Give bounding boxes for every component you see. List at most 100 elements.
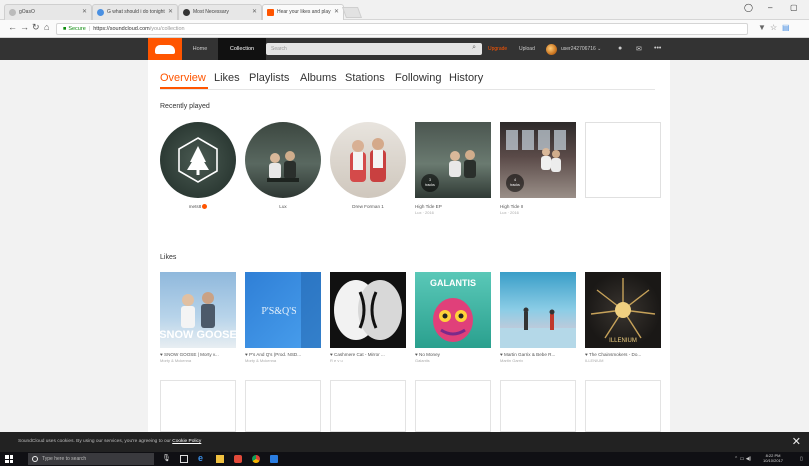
close-tab-icon[interactable]: ✕ — [252, 8, 257, 15]
album-art: P'S&Q'S — [261, 272, 321, 348]
close-tab-icon[interactable]: ✕ — [334, 8, 339, 15]
messages-icon[interactable]: ✉ — [636, 45, 642, 53]
system-tray-icons[interactable]: ⌃ ▭ ◀) — [734, 456, 751, 462]
file-explorer-icon[interactable] — [216, 455, 224, 463]
more-options-icon[interactable]: ••• — [654, 45, 661, 52]
notifications-bell-icon[interactable]: ● — [618, 45, 622, 52]
cookie-policy-link[interactable]: Cookie Policy — [172, 439, 201, 444]
divider — [160, 89, 655, 90]
tab-likes[interactable]: Likes — [214, 72, 240, 84]
account-icon[interactable]: ◯ — [744, 3, 753, 12]
page-icon — [9, 9, 16, 16]
liked-track-artist[interactable]: Morty & Mckenna — [245, 358, 321, 363]
windows-start-icon[interactable] — [5, 455, 13, 463]
recent-item-subtitle[interactable]: Lux · 2016 — [415, 210, 491, 215]
album-art: GALANTIS — [430, 278, 476, 342]
artwork[interactable]: SNOW GOOSE — [160, 272, 236, 348]
upload-link[interactable]: Upload — [519, 46, 535, 52]
recent-item-subtitle[interactable]: Lux · 2016 — [500, 210, 576, 215]
liked-track-title[interactable]: ♥ SNOW GOOSE | Morty v... — [160, 352, 236, 357]
avatar[interactable] — [546, 44, 557, 55]
new-tab-button[interactable] — [341, 7, 363, 18]
back-arrow-icon[interactable]: ← — [8, 22, 17, 32]
app-icon[interactable] — [270, 455, 278, 463]
edge-icon[interactable]: e — [198, 453, 206, 463]
lock-icon: ■ — [63, 26, 67, 32]
browser-tab-1[interactable]: gOasO ✕ — [4, 4, 92, 20]
artwork[interactable] — [330, 272, 406, 348]
loading-placeholder — [160, 380, 236, 432]
artwork[interactable] — [160, 122, 236, 198]
artwork[interactable]: 4 tracks — [500, 122, 576, 198]
tab-following[interactable]: Following — [395, 72, 441, 84]
extension-icon[interactable]: ▼ — [758, 23, 766, 32]
menu-icon[interactable]: ▤ — [782, 23, 790, 32]
browser-tab-3[interactable]: Most Necessary ✕ — [178, 4, 262, 20]
tab-albums[interactable]: Albums — [300, 72, 337, 84]
tab-history[interactable]: History — [449, 72, 483, 84]
tab-stations[interactable]: Stations — [345, 72, 385, 84]
browser-tab-2[interactable]: G what should i do tonight ✕ — [92, 4, 178, 20]
artwork[interactable] — [500, 272, 576, 348]
store-icon[interactable] — [234, 455, 242, 463]
nav-collection[interactable]: Collection — [218, 38, 266, 60]
recent-item-title[interactable]: Lux — [245, 204, 321, 209]
recent-item-title[interactable]: mets8 — [160, 204, 236, 210]
loading-placeholder — [500, 380, 576, 432]
soundcloud-icon — [267, 9, 274, 16]
search-input[interactable]: Search ⌕ — [266, 43, 482, 55]
task-view-icon[interactable] — [180, 455, 188, 463]
close-tab-icon[interactable]: ✕ — [82, 8, 87, 15]
close-tab-icon[interactable]: ✕ — [168, 8, 173, 15]
search-icon[interactable]: ⌕ — [472, 44, 476, 52]
liked-track-title[interactable]: ♥ P's And Q's (Prod. NSD... — [245, 352, 321, 357]
nav-home[interactable]: Home — [182, 38, 218, 60]
artwork[interactable]: ILLENIUM — [585, 272, 661, 348]
empty-artwork — [585, 122, 661, 198]
artwork[interactable]: GALANTIS — [415, 272, 491, 348]
bookmark-star-icon[interactable]: ☆ — [770, 23, 777, 32]
album-art — [334, 280, 402, 340]
minimize-icon[interactable]: – — [768, 3, 772, 12]
artwork[interactable] — [245, 122, 321, 198]
tab-playlists[interactable]: Playlists — [249, 72, 289, 84]
tab-overview[interactable]: Overview — [160, 72, 206, 84]
recent-item-title[interactable]: Drew Forman 1 — [330, 204, 406, 209]
tracks-badge: 4 tracks — [506, 174, 524, 192]
maximize-icon[interactable]: ▢ — [790, 3, 798, 12]
taskbar-search-input[interactable]: Type here to search — [28, 453, 154, 465]
liked-track-title[interactable]: ♥ No Money — [415, 352, 491, 357]
liked-track-artist[interactable]: ILLENIUM — [585, 358, 661, 363]
liked-track-artist[interactable]: R e v u — [330, 358, 406, 363]
chrome-icon[interactable] — [252, 455, 260, 463]
close-icon[interactable]: ✕ — [792, 435, 801, 448]
home-icon[interactable]: ⌂ — [44, 22, 49, 32]
liked-track-title[interactable]: ♥ Martin Garrix & Bebe R... — [500, 352, 576, 357]
loading-placeholder — [245, 380, 321, 432]
notifications-icon[interactable]: ▯ — [800, 456, 803, 462]
liked-track-artist[interactable]: Morty & Mckenna — [160, 358, 236, 363]
liked-track-title[interactable]: ♥ The Chainsmokers - Do... — [585, 352, 661, 357]
liked-track-title[interactable]: ♥ Cashmere Cat - Mirror ... — [330, 352, 406, 357]
liked-track-artist[interactable]: Martin Garrix — [500, 358, 576, 363]
forward-arrow-icon[interactable]: → — [20, 22, 29, 32]
recent-item-title[interactable]: High Tide II — [500, 204, 576, 209]
reload-icon[interactable]: ↻ — [32, 22, 40, 33]
likes-heading: Likes — [160, 254, 177, 261]
tab-label: Most Necessary — [193, 9, 229, 15]
microphone-icon[interactable]: 🎙 — [162, 454, 171, 462]
url-input[interactable]: ■ Secure | https://soundcloud.com/you/colle… — [56, 23, 748, 35]
loading-placeholder — [330, 380, 406, 432]
browser-tab-4[interactable]: Hear your likes and play ✕ — [262, 4, 344, 20]
artwork[interactable] — [330, 122, 406, 198]
recent-item-title[interactable]: High Tide EP — [415, 204, 491, 209]
username-menu[interactable]: user242706716 ⌄ — [561, 46, 601, 52]
upgrade-link[interactable]: Upgrade — [488, 46, 507, 52]
soundcloud-logo[interactable] — [148, 38, 182, 60]
liked-track-artist[interactable]: Galantis — [415, 358, 491, 363]
system-clock[interactable]: 8:22 PM 10/10/2017 — [763, 453, 783, 463]
artwork[interactable]: P'S&Q'S — [245, 272, 321, 348]
google-icon — [97, 9, 104, 16]
svg-text:SNOW GOOSE: SNOW GOOSE — [160, 329, 236, 341]
artwork[interactable]: 3 tracks — [415, 122, 491, 198]
